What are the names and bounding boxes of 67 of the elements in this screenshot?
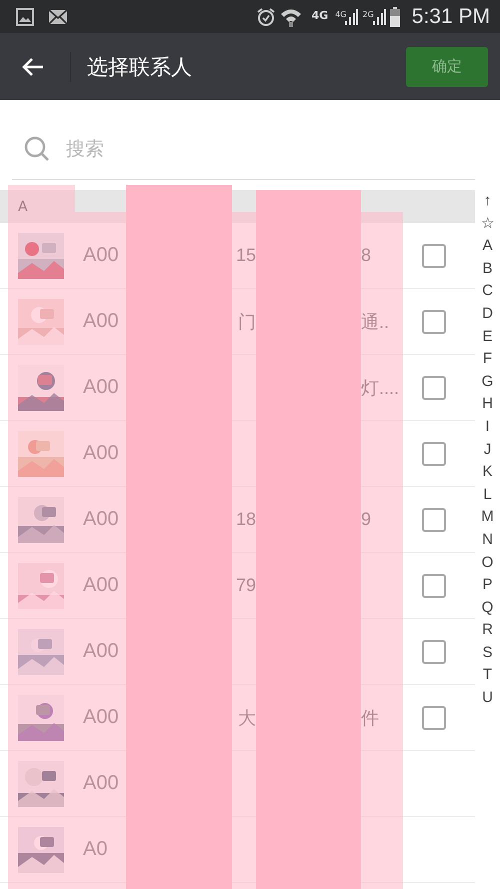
index-letter[interactable]: A <box>482 235 492 258</box>
contact-name: A00 <box>83 508 119 530</box>
contact-detail: 通.. <box>361 310 390 334</box>
index-letter[interactable]: T <box>482 664 492 688</box>
contact-name: A00 <box>83 244 119 266</box>
contact-detail: 门 <box>238 310 256 334</box>
image-icon <box>16 8 34 26</box>
contact-detail: 8 <box>361 245 372 266</box>
contact-detail: 灯.... <box>361 376 400 400</box>
contact-name: A0 <box>83 838 108 860</box>
sim-label: 2G <box>362 10 374 18</box>
index-letter[interactable]: O <box>482 552 494 574</box>
index-letter[interactable]: J <box>484 438 492 462</box>
wifi-icon <box>280 6 302 26</box>
index-letter[interactable]: F <box>482 348 492 371</box>
battery-icon <box>390 6 400 26</box>
index-letter[interactable]: K <box>482 461 492 484</box>
index-letter[interactable]: B <box>482 258 492 280</box>
checkbox[interactable] <box>422 244 446 268</box>
contact-detail: 15 <box>236 245 256 266</box>
section-letter: A <box>18 198 28 214</box>
index-letter[interactable]: M <box>481 506 494 529</box>
contact-detail: 件 <box>361 706 379 730</box>
signal-icon <box>344 8 358 26</box>
contact-name: A00 <box>83 772 119 794</box>
contact-name: A00 <box>83 376 119 398</box>
contact-name: A00 <box>83 706 119 728</box>
checkbox[interactable] <box>422 310 446 334</box>
index-letter[interactable]: U <box>482 687 493 710</box>
index-letter[interactable]: Q <box>482 596 494 620</box>
checkbox[interactable] <box>422 508 446 532</box>
back-arrow-icon <box>21 56 45 76</box>
index-letter[interactable]: N <box>482 528 493 552</box>
checkbox[interactable] <box>422 442 446 466</box>
clock-time: 5:31 PM <box>412 4 490 28</box>
alarm-icon <box>256 6 276 26</box>
mail-icon <box>48 8 68 24</box>
index-letter[interactable]: S <box>482 642 492 664</box>
contact-name: A00 <box>83 640 119 662</box>
checkbox[interactable] <box>422 706 446 730</box>
search-icon <box>24 136 50 162</box>
sim-label: 4G <box>335 10 346 18</box>
index-letter[interactable]: H <box>482 393 493 416</box>
contact-detail: 79 <box>236 575 256 596</box>
search-field[interactable]: 搜索 <box>64 137 475 161</box>
signal-icon <box>372 8 386 26</box>
index-letter[interactable]: P <box>482 574 492 597</box>
index-letter[interactable]: R <box>482 619 493 642</box>
index-letter[interactable]: G <box>482 370 494 394</box>
index-letter[interactable]: L <box>483 484 492 506</box>
checkbox[interactable] <box>422 376 446 400</box>
contact-name: A00 <box>83 310 119 332</box>
network-label: 4G <box>312 8 328 22</box>
page-title: 选择联系人 <box>87 54 193 80</box>
index-letter[interactable]: I <box>485 416 490 439</box>
index-letter[interactable]: E <box>482 326 492 348</box>
contact-detail: 18 <box>236 509 256 530</box>
contact-detail: 9 <box>361 509 372 530</box>
index-letter[interactable]: C <box>482 280 493 303</box>
contact-name: A00 <box>83 574 119 596</box>
index-letter[interactable]: D <box>482 302 493 326</box>
contact-name: A00 <box>83 442 119 464</box>
checkbox[interactable] <box>422 640 446 664</box>
contact-detail: 大 <box>238 706 256 730</box>
index-letter[interactable]: ↑ <box>484 190 492 213</box>
checkbox[interactable] <box>422 574 446 598</box>
index-letter[interactable]: ☆ <box>481 212 494 236</box>
